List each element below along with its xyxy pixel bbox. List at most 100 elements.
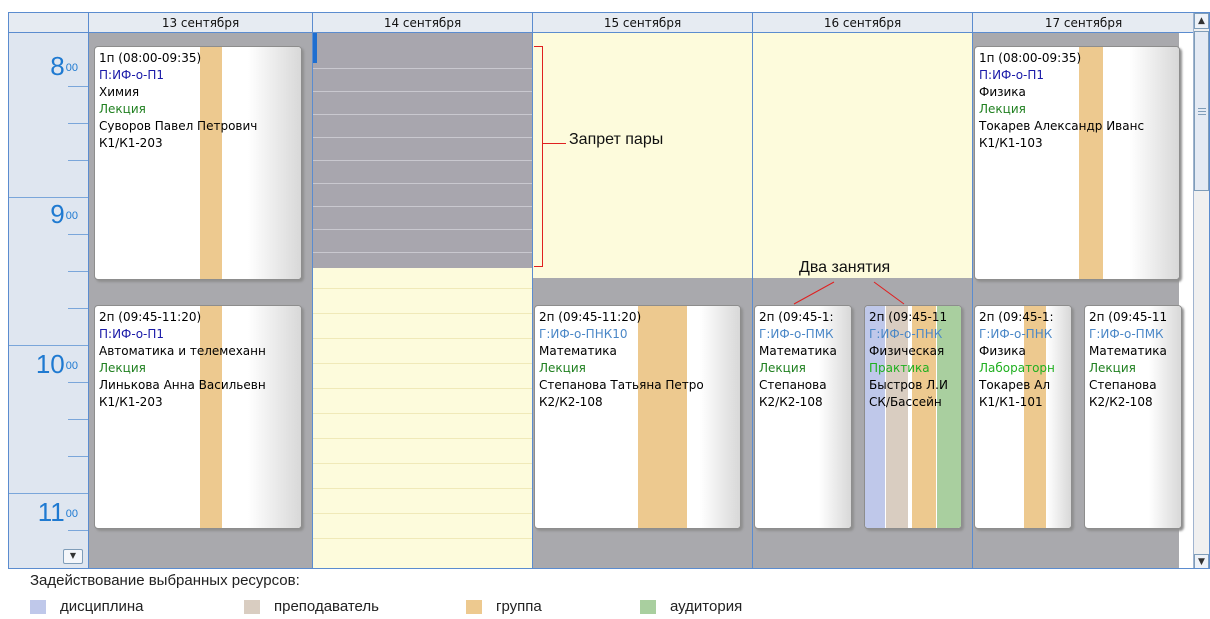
tick bbox=[68, 234, 88, 235]
lesson-card[interactable]: 2п (09:45-11:20) П:ИФ-о-П1 Автоматика и … bbox=[94, 305, 302, 529]
tick bbox=[68, 160, 88, 161]
lesson-room: К1/К1-203 bbox=[99, 395, 163, 409]
annotation-pointer bbox=[542, 143, 566, 144]
gridline bbox=[313, 413, 532, 414]
gridline bbox=[313, 513, 532, 514]
annotation-bracket bbox=[542, 46, 543, 267]
lesson-time: 2п (09:45-1: bbox=[979, 310, 1054, 324]
group-swatch-icon bbox=[466, 600, 482, 615]
chevron-down-icon[interactable]: ▼ bbox=[63, 549, 83, 564]
hour-label-8: 800 bbox=[50, 51, 78, 81]
lesson-teacher: Суворов Павел Петрович bbox=[99, 119, 258, 133]
legend-item-group: группа bbox=[466, 598, 542, 616]
lesson-room: К2/К2-108 bbox=[759, 395, 823, 409]
vertical-scrollbar[interactable]: ▲ ▼ bbox=[1193, 13, 1209, 568]
gridline bbox=[313, 114, 532, 115]
day-column-2[interactable] bbox=[313, 33, 533, 568]
lesson-room: К2/К2-108 bbox=[1089, 395, 1153, 409]
hour-label-9: 900 bbox=[50, 199, 78, 229]
schedule-grid: 13 сентября 14 сентября 15 сентября 16 с… bbox=[8, 12, 1210, 569]
lesson-type: Лекция bbox=[99, 102, 146, 116]
lesson-group: Г:ИФ-о-ПНК bbox=[869, 327, 943, 341]
lesson-time: 1п (08:00-09:35) bbox=[979, 51, 1082, 65]
tick bbox=[68, 382, 88, 383]
annotation-pointer bbox=[793, 281, 905, 305]
lesson-group: П:ИФ-о-П1 bbox=[979, 68, 1045, 82]
lesson-card[interactable]: 1п (08:00-09:35) П:ИФ-о-П1 Химия Лекция … bbox=[94, 46, 302, 280]
lesson-teacher: Токарев Ал bbox=[979, 378, 1051, 392]
lesson-group: Г:ИФ-о-ПМК bbox=[1089, 327, 1164, 341]
selection-marker bbox=[313, 33, 317, 63]
tick bbox=[9, 345, 88, 346]
tick bbox=[9, 197, 88, 198]
day-header-2[interactable]: 14 сентября bbox=[313, 13, 533, 33]
annotation-bracket bbox=[534, 266, 543, 267]
lesson-subject: Физическая bbox=[869, 344, 945, 358]
gridline bbox=[313, 388, 532, 389]
gridline bbox=[313, 91, 532, 92]
lesson-subject: Математика bbox=[539, 344, 617, 358]
lesson-teacher: Степанова bbox=[759, 378, 827, 392]
tick bbox=[68, 456, 88, 457]
lesson-group: Г:ИФ-о-ПНК10 bbox=[539, 327, 628, 341]
lesson-type: Лекция bbox=[979, 102, 1026, 116]
arrow-up-icon[interactable]: ▲ bbox=[1194, 13, 1209, 29]
lesson-time: 2п (09:45-11 bbox=[1089, 310, 1168, 324]
gridline bbox=[313, 538, 532, 539]
lesson-type: Лекция bbox=[759, 361, 806, 375]
time-column: 800 900 1000 1100 ▼ bbox=[9, 33, 89, 568]
lesson-subject: Математика bbox=[759, 344, 837, 358]
lesson-room: К2/К2-108 bbox=[539, 395, 603, 409]
gridline bbox=[313, 252, 532, 253]
tick bbox=[68, 86, 88, 87]
day-header-1[interactable]: 13 сентября bbox=[89, 13, 313, 33]
annotation-two-lessons-label: Два занятия bbox=[799, 259, 891, 276]
annotation-forbid-label: Запрет пары bbox=[569, 131, 664, 148]
lesson-time: 2п (09:45-11:20) bbox=[99, 310, 202, 324]
lesson-room: К1/К1-203 bbox=[99, 136, 163, 150]
lesson-card[interactable]: 1п (08:00-09:35) П:ИФ-о-П1 Физика Лекция… bbox=[974, 46, 1180, 280]
lesson-card[interactable]: 2п (09:45-11:20) Г:ИФ-о-ПНК10 Математика… bbox=[534, 305, 741, 529]
legend-title: Задействование выбранных ресурсов: bbox=[30, 572, 300, 589]
gridline bbox=[313, 68, 532, 69]
scroll-thumb[interactable] bbox=[1194, 31, 1209, 191]
hour-label-10: 1000 bbox=[35, 349, 78, 379]
teacher-swatch-icon bbox=[244, 600, 260, 615]
lesson-card[interactable]: 2п (09:45-11 Г:ИФ-о-ПМК Математика Лекци… bbox=[1084, 305, 1182, 529]
tick bbox=[68, 271, 88, 272]
day-header-4[interactable]: 16 сентября bbox=[753, 13, 973, 33]
gridline bbox=[313, 338, 532, 339]
lesson-card[interactable]: 2п (09:45-1: Г:ИФ-о-ПНК Физика Лаборатор… bbox=[974, 305, 1072, 529]
lesson-subject: Автоматика и телемеханн bbox=[99, 344, 266, 358]
gridline bbox=[313, 363, 532, 364]
lesson-card[interactable]: 2п (09:45-1: Г:ИФ-о-ПМК Математика Лекци… bbox=[754, 305, 852, 529]
grid-corner bbox=[9, 13, 89, 33]
gridline bbox=[313, 183, 532, 184]
lesson-subject: Физика bbox=[979, 85, 1026, 99]
gridline bbox=[313, 160, 532, 161]
lesson-type: Лекция bbox=[99, 361, 146, 375]
lesson-type: Лекция bbox=[539, 361, 586, 375]
gridline bbox=[313, 288, 532, 289]
lesson-time: 1п (08:00-09:35) bbox=[99, 51, 202, 65]
day-header-3[interactable]: 15 сентября bbox=[533, 13, 753, 33]
lesson-time: 2п (09:45-11 bbox=[869, 310, 948, 324]
lesson-group: Г:ИФ-о-ПМК bbox=[759, 327, 834, 341]
lesson-teacher: Токарев Александр Иванс bbox=[979, 119, 1145, 133]
lesson-card[interactable]: 2п (09:45-11 Г:ИФ-о-ПНК Физическая Практ… bbox=[864, 305, 962, 529]
gridline bbox=[313, 463, 532, 464]
tick bbox=[68, 123, 88, 124]
lesson-teacher: Быстров Л.И bbox=[869, 378, 948, 392]
discipline-swatch-icon bbox=[30, 600, 46, 615]
day-header-5[interactable]: 17 сентября bbox=[973, 13, 1195, 33]
tick bbox=[9, 493, 88, 494]
gridline bbox=[313, 488, 532, 489]
gridline bbox=[313, 137, 532, 138]
hour-label-11: 1100 bbox=[37, 497, 78, 527]
tick bbox=[68, 308, 88, 309]
arrow-down-icon[interactable]: ▼ bbox=[1194, 554, 1209, 568]
lesson-group: П:ИФ-о-П1 bbox=[99, 327, 165, 341]
lesson-teacher: Линькова Анна Васильевн bbox=[99, 378, 266, 392]
lesson-type: Лабораторн bbox=[979, 361, 1055, 375]
gridline bbox=[313, 206, 532, 207]
